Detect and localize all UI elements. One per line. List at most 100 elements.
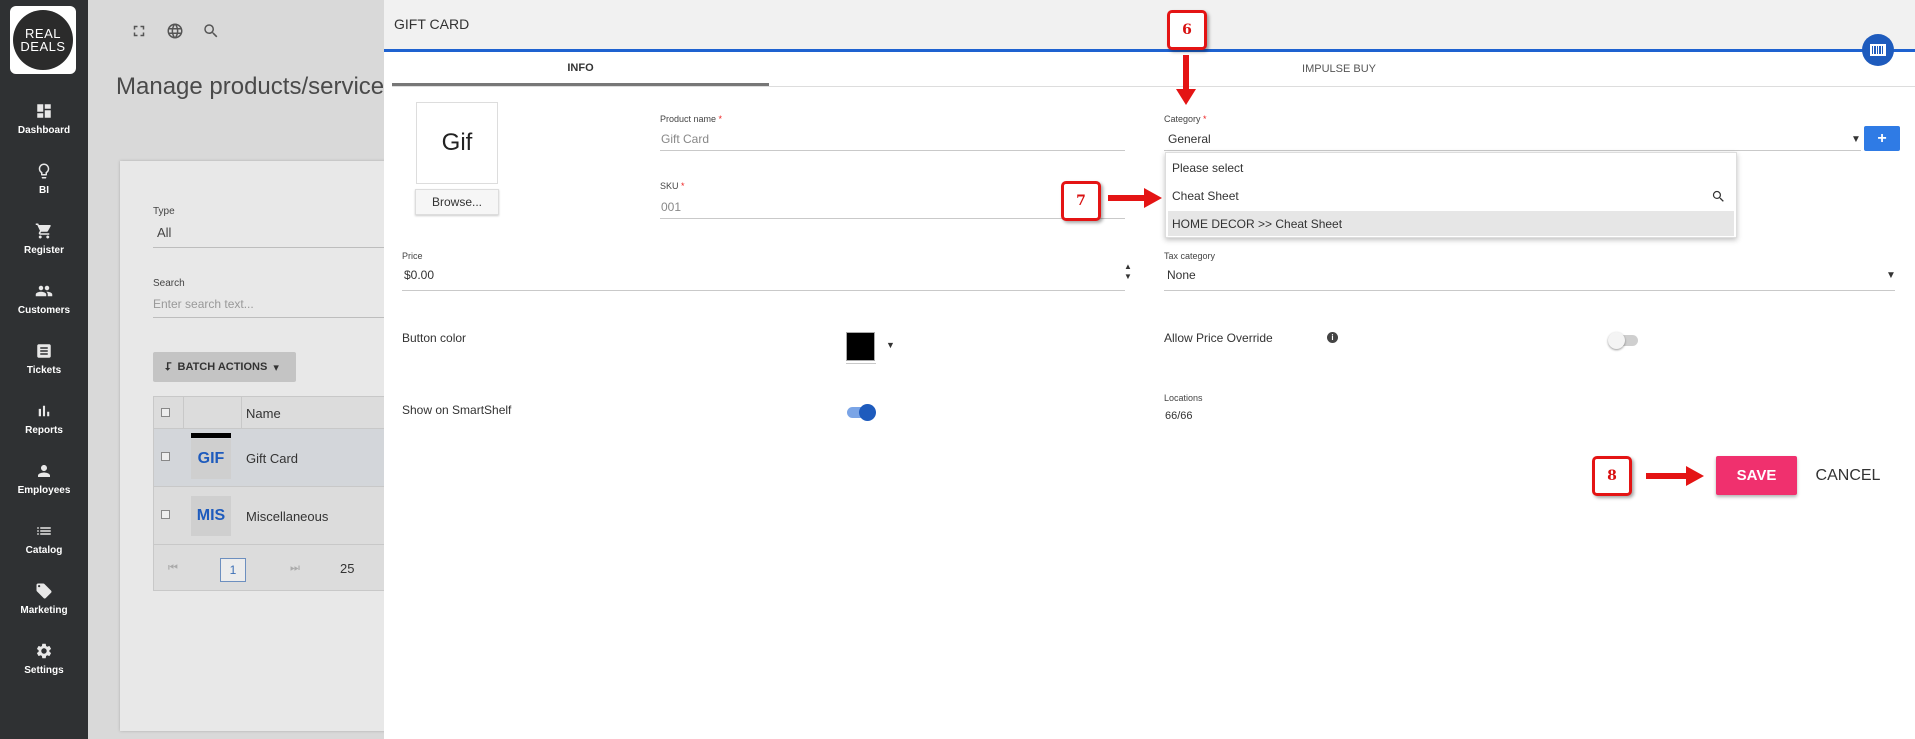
employee-icon xyxy=(38,465,50,477)
reports-icon xyxy=(38,405,50,417)
batch-actions-button[interactable]: ⮦ BATCH ACTIONS ▾ xyxy=(153,352,296,382)
category-search-input[interactable]: Cheat Sheet xyxy=(1166,183,1738,211)
search-input[interactable]: Enter search text... xyxy=(153,297,254,311)
tax-category-label: Tax category xyxy=(1164,251,1216,261)
batch-icon: ⮦ xyxy=(165,360,172,373)
modal-title: GIFT CARD xyxy=(394,16,470,32)
toggle-knob xyxy=(1608,332,1625,349)
category-underline xyxy=(1164,150,1861,151)
toggle-knob xyxy=(859,404,876,421)
button-color-swatch[interactable] xyxy=(846,332,875,361)
required-marker: * xyxy=(681,181,685,191)
cancel-button[interactable]: CANCEL xyxy=(1808,456,1888,495)
tag-icon xyxy=(36,583,52,599)
dropdown-option[interactable]: Please select xyxy=(1172,161,1243,175)
annotation-marker-8: 8 xyxy=(1592,456,1632,496)
page-size-select[interactable]: 25 xyxy=(340,561,354,576)
table-row[interactable]: GIF Gift Card xyxy=(154,429,394,487)
logo[interactable]: REAL DEALS xyxy=(10,6,76,74)
sidebar-item-label: Register xyxy=(23,245,64,256)
top-toolbar xyxy=(130,22,222,42)
sidebar-item-customers[interactable]: Customers xyxy=(0,271,88,327)
product-name: Gift Card xyxy=(246,451,299,466)
table-row[interactable]: MIS Miscellaneous xyxy=(154,487,394,545)
first-page-icon[interactable]: ⏮ xyxy=(168,562,178,575)
globe-icon[interactable] xyxy=(166,22,186,42)
sidebar-item-employees[interactable]: Employees xyxy=(0,451,88,507)
name-column-header[interactable]: Name xyxy=(246,406,281,421)
sku-label-text: SKU xyxy=(660,181,679,191)
smartshelf-label: Show on SmartShelf xyxy=(402,403,512,417)
product-thumbnail: GIF xyxy=(191,439,231,479)
sku-input[interactable]: 001 xyxy=(661,200,681,214)
catalog-icon xyxy=(37,527,51,535)
chevron-down-icon[interactable]: ▼ xyxy=(1886,270,1896,281)
sidebar-item-label: Settings xyxy=(24,665,64,676)
sidebar-item-catalog[interactable]: Catalog xyxy=(0,511,88,567)
price-stepper[interactable]: ▲ ▼ xyxy=(1124,262,1132,282)
sku-label: SKU * xyxy=(660,181,685,191)
product-name-label: Product name * xyxy=(660,114,722,124)
caret-down-icon[interactable]: ▼ xyxy=(886,340,895,350)
sidebar-item-label: Customers xyxy=(17,305,71,316)
modal-header: GIFT CARD xyxy=(384,0,1915,52)
customers-icon xyxy=(35,285,53,297)
next-page-icon[interactable]: ⏭ xyxy=(290,562,300,575)
save-button[interactable]: SAVE xyxy=(1716,456,1797,495)
batch-actions-label: BATCH ACTIONS xyxy=(177,361,268,373)
dropdown-result-label: HOME DECOR >> Cheat Sheet xyxy=(1172,217,1343,231)
price-input[interactable]: $0.00 xyxy=(404,268,434,282)
search-icon[interactable] xyxy=(202,22,222,42)
color-bar xyxy=(191,433,231,438)
category-search-value: Cheat Sheet xyxy=(1172,189,1239,203)
category-label-text: Category xyxy=(1164,114,1201,124)
price-label: Price xyxy=(402,251,423,261)
sidebar-item-label: Catalog xyxy=(25,545,63,556)
gear-icon xyxy=(36,643,52,659)
tax-category-underline xyxy=(1164,290,1895,291)
button-color-label: Button color xyxy=(402,331,467,345)
tab-info[interactable]: INFO xyxy=(392,52,769,86)
dashboard-icon xyxy=(37,104,51,118)
annotation-arrow-down xyxy=(1176,55,1196,105)
category-select[interactable]: General xyxy=(1168,132,1211,146)
tab-impulse-buy[interactable]: IMPULSE BUY xyxy=(769,52,1909,86)
dropdown-result[interactable]: HOME DECOR >> Cheat Sheet xyxy=(1168,211,1734,236)
locations-value[interactable]: 66/66 xyxy=(1165,410,1193,422)
page-number[interactable]: 1 xyxy=(220,558,246,582)
add-category-button[interactable]: + xyxy=(1864,126,1900,151)
category-label: Category * xyxy=(1164,114,1207,124)
price-underline xyxy=(402,290,1125,291)
sidebar-item-tickets[interactable]: Tickets xyxy=(0,331,88,387)
gift-card-modal: GIFT CARD INFO IMPULSE BUY Gif Browse...… xyxy=(384,0,1915,739)
sidebar-item-settings[interactable]: Settings xyxy=(0,631,88,687)
info-icon[interactable]: i xyxy=(1327,332,1338,343)
category-dropdown: Please select Cheat Sheet HOME DECOR >> … xyxy=(1165,152,1737,238)
product-name: Miscellaneous xyxy=(246,509,329,524)
row-checkbox[interactable] xyxy=(161,510,170,519)
search-label: Search xyxy=(153,278,185,289)
sidebar-item-dashboard[interactable]: Dashboard xyxy=(0,91,88,147)
cart-icon xyxy=(35,223,51,239)
sidebar-item-bi[interactable]: BI xyxy=(0,151,88,207)
tickets-icon xyxy=(37,344,51,358)
product-name-input[interactable]: Gift Card xyxy=(661,132,709,146)
sidebar-item-reports[interactable]: Reports xyxy=(0,391,88,447)
logo-badge: REAL DEALS xyxy=(13,10,73,70)
tax-category-select[interactable]: None xyxy=(1167,268,1196,282)
allow-price-override-label: Allow Price Override xyxy=(1164,331,1273,345)
browse-button[interactable]: Browse... xyxy=(415,189,499,215)
sidebar-item-register[interactable]: Register xyxy=(0,211,88,267)
tabs-divider xyxy=(392,86,1915,87)
row-checkbox[interactable] xyxy=(161,452,170,461)
page-title: Manage products/services xyxy=(116,73,397,100)
type-label: Type xyxy=(153,206,175,217)
chevron-down-icon[interactable]: ▼ xyxy=(1851,134,1861,145)
table-header: Name xyxy=(154,397,394,429)
select-all-checkbox[interactable] xyxy=(161,408,170,417)
annotation-arrow-right xyxy=(1646,466,1704,486)
fullscreen-icon[interactable] xyxy=(130,22,150,42)
sku-underline xyxy=(660,218,1125,219)
type-select[interactable]: All xyxy=(157,225,171,240)
sidebar-item-marketing[interactable]: Marketing xyxy=(0,571,88,627)
